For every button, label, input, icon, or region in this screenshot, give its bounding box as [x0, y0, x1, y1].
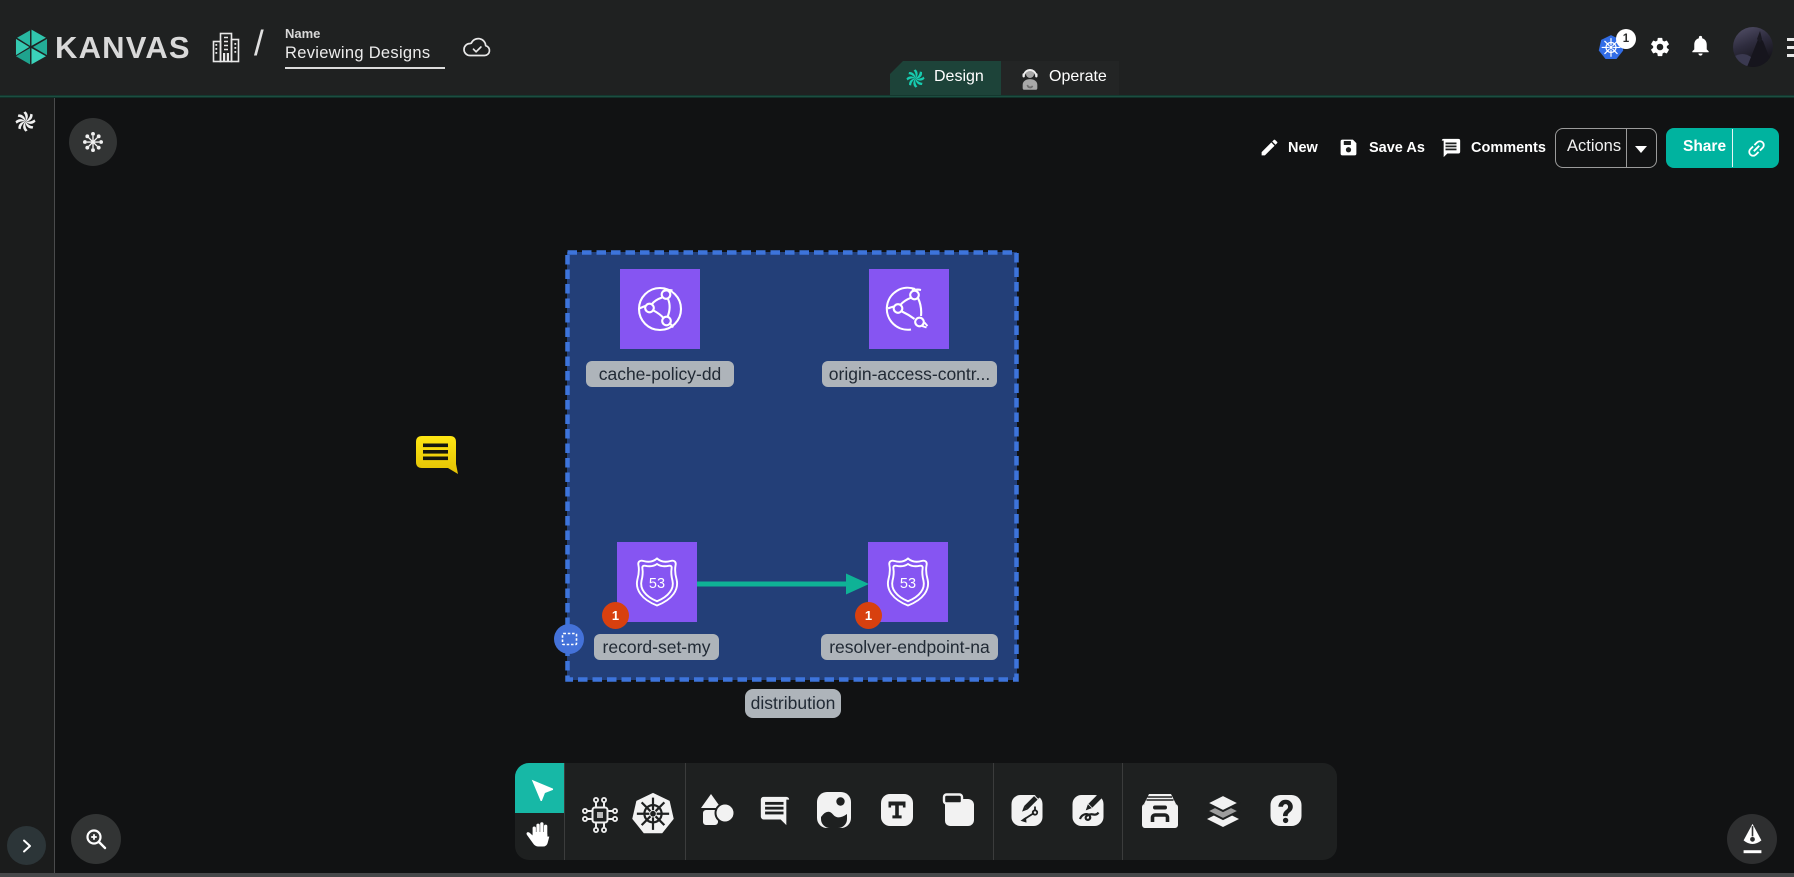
svg-text:53: 53 — [900, 576, 916, 592]
svg-text:53: 53 — [649, 576, 665, 592]
